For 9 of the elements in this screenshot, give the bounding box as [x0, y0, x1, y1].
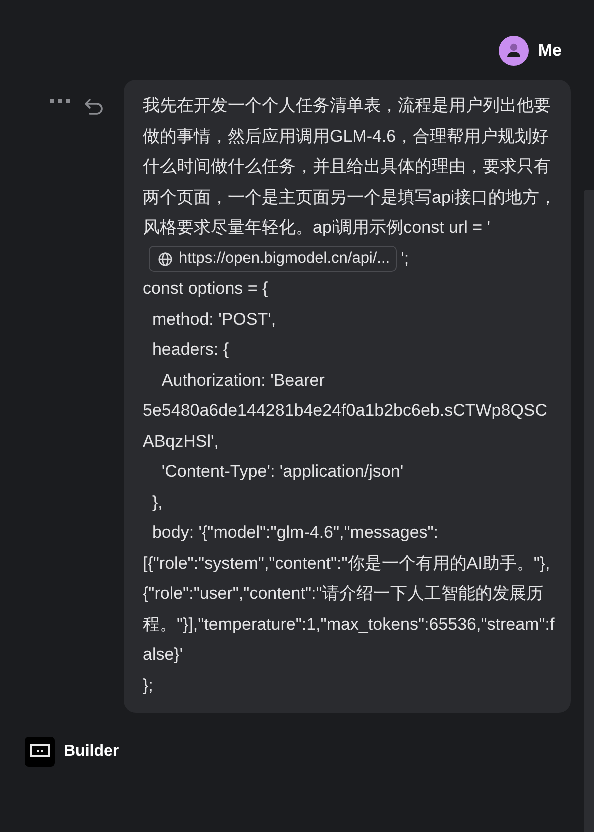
agent-name: Builder [64, 743, 120, 761]
user-name: Me [538, 41, 562, 61]
undo-icon[interactable] [84, 98, 104, 116]
more-icon[interactable] [50, 98, 70, 104]
message-text: 我先在开发一个个人任务清单表，流程是用户列出他要做的事情，然后应用调用GLM-4.6，合理帮用户规划好什么时间做什么任务，并且给出具体的理由，要求只有两个页面，一个是主页面另一个是填写api接口的地方，风格要求尽量年轻化。api调用示例const url = ' https://open.bigmodel.cn/api/... '; const options = { method: 'POST', headers: { Authorization: 'Bearer 5e5480a6de144281b4e24f0a1b2bc6eb.sCTWp8QSCABqzHSl', 'Content-Type': 'application/json' }, body: '{"model":"glm-4.6","messages":[{"role":"system","content":"你是一个有用的AI助手。"},{"role":"user","content":"请介绍一下人工智能的发展历程。"}],"temperature":1,"max_tokens":65536,"stream":false}' }; [143, 95, 557, 696]
bot-icon [25, 737, 55, 767]
globe-icon [158, 252, 173, 267]
avatar-icon [499, 36, 530, 66]
url-link[interactable]: https://open.bigmodel.cn/api/... [149, 246, 398, 272]
